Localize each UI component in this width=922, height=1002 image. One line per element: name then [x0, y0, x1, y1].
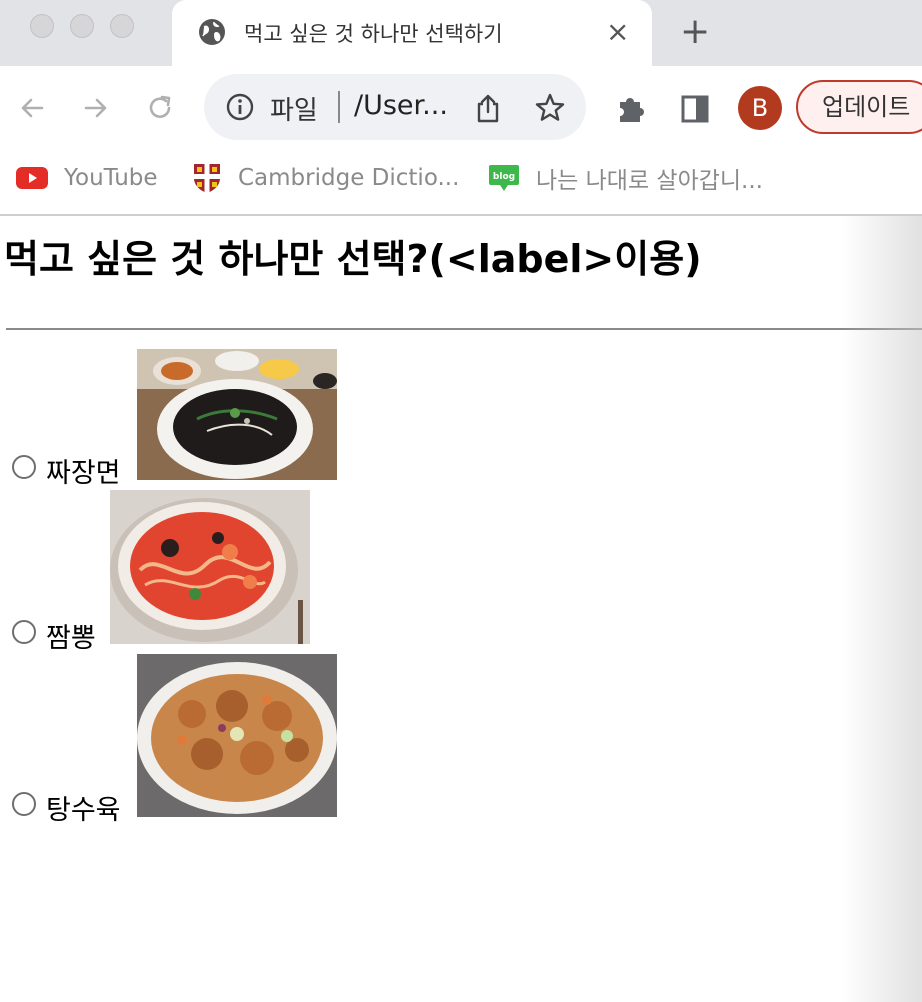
share-icon[interactable] — [474, 92, 502, 124]
bookmark-star-icon[interactable] — [534, 92, 566, 124]
bookmark-cambridge[interactable]: Cambridge Dictio... — [192, 162, 459, 194]
radio-jjajangmyeon[interactable] — [12, 455, 36, 479]
radio-jjamppong[interactable] — [12, 620, 36, 644]
blog-icon: blog — [489, 165, 519, 191]
bookmark-label: Cambridge Dictio... — [238, 165, 460, 191]
window-edge-shadow — [842, 216, 922, 1002]
jjamppong-photo[interactable] — [110, 490, 310, 644]
profile-avatar[interactable]: B — [738, 86, 782, 130]
title-bar: 먹고 싶은 것 하나만 선택하기 × + — [0, 0, 922, 66]
extensions-puzzle-icon[interactable] — [614, 90, 650, 126]
reload-icon[interactable] — [144, 92, 176, 124]
jjajangmyeon-photo[interactable] — [137, 349, 337, 480]
site-label: 파일 — [270, 96, 318, 126]
horizontal-rule — [6, 328, 922, 330]
new-tab-button[interactable]: + — [680, 12, 710, 52]
option-label[interactable]: 탕수육 — [46, 788, 121, 827]
bookmark-blog[interactable]: blog 나는 나대로 살아갑니... — [488, 162, 763, 194]
bookmark-youtube[interactable]: YouTube — [16, 162, 158, 194]
blog-badge-text: blog — [493, 172, 515, 182]
tab-title: 먹고 싶은 것 하나만 선택하기 — [244, 22, 503, 46]
option-label[interactable]: 짬뽕 — [46, 616, 96, 655]
bookmarks-bar: YouTube Cambridge Dictio... blog 나는 나대로 … — [0, 152, 922, 214]
tangsuyuk-photo[interactable] — [137, 654, 337, 817]
back-arrow-icon[interactable] — [16, 92, 48, 124]
omnibox-divider — [338, 91, 340, 123]
option-label[interactable]: 짜장면 — [46, 451, 121, 490]
tab-close-icon[interactable]: × — [606, 14, 629, 50]
forward-arrow-icon[interactable] — [80, 92, 112, 124]
globe-icon — [199, 19, 225, 45]
radio-tangsuyuk[interactable] — [12, 792, 36, 816]
bookmark-label: 나는 나대로 살아갑니... — [536, 168, 763, 194]
address-bar[interactable]: 파일 /User... — [204, 74, 586, 140]
url-text[interactable]: /User... — [354, 90, 448, 121]
update-button[interactable]: 업데이트 — [796, 80, 922, 134]
page-title: 먹고 싶은 것 하나만 선택?(<label>이용) — [4, 237, 702, 281]
active-tab[interactable]: 먹고 싶은 것 하나만 선택하기 × — [172, 0, 652, 66]
cambridge-crest-icon — [194, 164, 220, 193]
chrome-divider — [0, 214, 922, 216]
bookmark-label: YouTube — [64, 165, 158, 191]
browser-toolbar: 파일 /User... B 업데이트 — [0, 66, 922, 152]
maximize-window-button[interactable] — [110, 14, 134, 38]
side-panel-icon[interactable] — [680, 94, 710, 124]
close-window-button[interactable] — [30, 14, 54, 38]
youtube-icon — [16, 167, 48, 189]
info-icon[interactable] — [226, 93, 254, 121]
minimize-window-button[interactable] — [70, 14, 94, 38]
